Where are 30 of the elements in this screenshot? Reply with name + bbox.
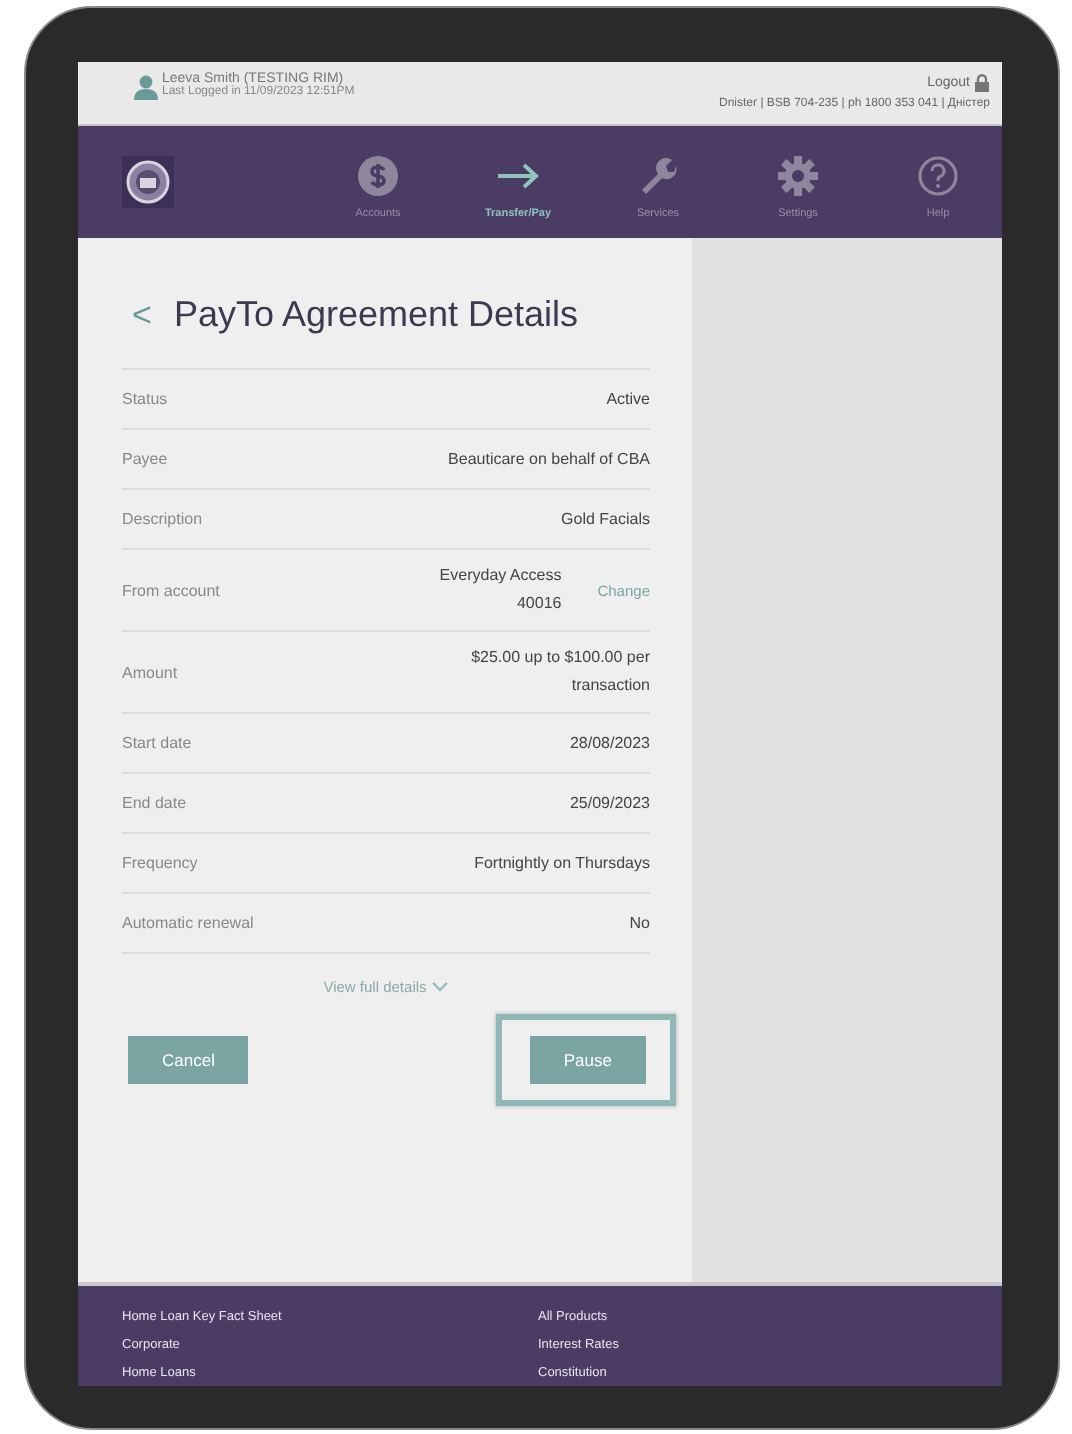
field-value: Active [606,387,650,411]
field-value: No [629,911,650,935]
action-button[interactable]: Pause [529,1036,646,1084]
action-button[interactable]: Cancel [128,1036,249,1084]
field-value: Fortnightly on Thursdays [474,851,650,876]
field-label: Frequency [122,854,198,872]
field-value: Beauticare on behalf of CBA [448,447,650,471]
chevron-down-icon [432,982,449,992]
wrench-icon [638,156,678,196]
field-value: 25/09/2023 [569,791,650,815]
field-label: Payee [122,450,168,468]
field-label: Start date [122,734,192,752]
field-label: Status [122,390,168,408]
back-link[interactable]: < [132,295,152,335]
field-label: Automatic renewal [122,914,254,932]
field-value: Everyday Access 40016 [439,564,562,616]
person-icon [134,74,158,100]
logo-icon[interactable] [122,156,174,208]
field-label: From account [122,581,220,599]
field-value: Gold Facials [561,507,650,531]
field-value: $25.00 up to $100.00 per transaction [471,646,650,698]
dollar-icon [358,156,398,196]
gear-icon [778,156,818,196]
field-label: End date [122,794,187,812]
field-label: Description [122,510,203,528]
field-value: 28/08/2023 [569,731,650,755]
field-label: Amount [122,663,178,681]
help-icon [918,156,958,196]
lock-icon [974,74,990,92]
page-title: PayTo Agreement Details [173,294,579,336]
